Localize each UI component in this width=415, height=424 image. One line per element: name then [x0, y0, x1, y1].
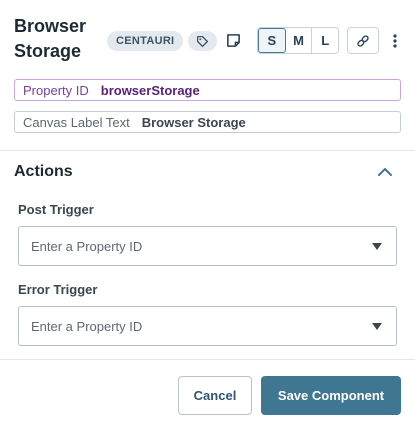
error-trigger-placeholder: Enter a Property ID [31, 318, 143, 334]
property-id-value: browserStorage [100, 82, 200, 98]
caret-down-icon [372, 323, 382, 330]
tag-button[interactable] [188, 31, 217, 51]
size-m-button[interactable]: M [286, 28, 313, 53]
actions-section-title: Actions [14, 163, 73, 180]
note-button[interactable] [225, 32, 241, 49]
size-l-button[interactable]: L [312, 28, 338, 53]
post-trigger-label: Post Trigger [18, 202, 94, 217]
collapse-actions-button[interactable] [376, 165, 394, 179]
tag-icon [196, 35, 209, 47]
property-id-label: Property ID [23, 82, 89, 98]
property-id-field[interactable]: Property ID browserStorage [14, 79, 401, 101]
component-header: Browser Storage CENTAURI S M L [14, 14, 404, 66]
cancel-button[interactable]: Cancel [178, 376, 252, 415]
canvas-label-field[interactable]: Canvas Label Text Browser Storage [14, 111, 401, 133]
link-button[interactable] [347, 27, 379, 54]
more-options-button[interactable] [388, 28, 402, 53]
component-title: Browser Storage [14, 16, 87, 61]
error-trigger-select[interactable]: Enter a Property ID [18, 306, 397, 346]
post-trigger-placeholder: Enter a Property ID [31, 238, 143, 254]
size-s-button[interactable]: S [258, 28, 286, 53]
canvas-label-value: Browser Storage [141, 114, 246, 130]
save-component-button[interactable]: Save Component [261, 376, 401, 415]
section-divider [0, 150, 415, 151]
error-trigger-label: Error Trigger [18, 282, 98, 297]
canvas-label-label: Canvas Label Text [23, 114, 130, 130]
more-vertical-icon [393, 33, 397, 48]
size-toggle-group: S M L [257, 27, 339, 54]
footer-divider [0, 359, 415, 360]
link-icon [357, 34, 369, 47]
caret-down-icon [372, 243, 382, 250]
chevron-up-icon [378, 168, 392, 176]
namespace-badge: CENTAURI [107, 31, 184, 51]
post-trigger-select[interactable]: Enter a Property ID [18, 226, 397, 266]
note-icon [226, 34, 240, 47]
